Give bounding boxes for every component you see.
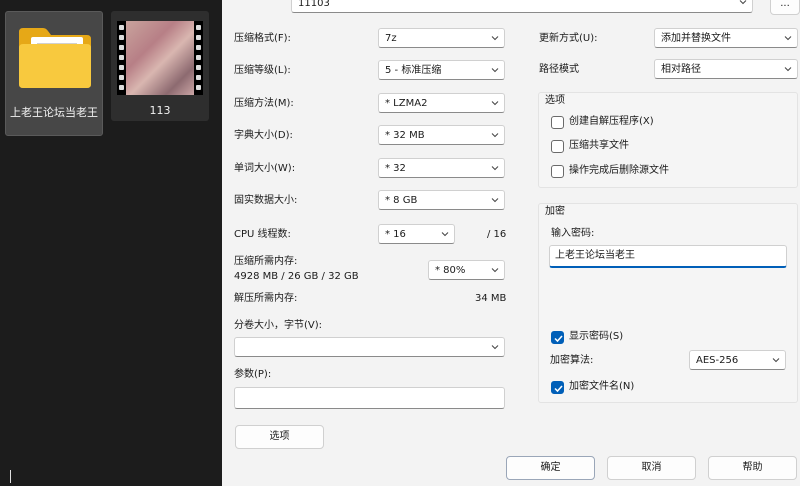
- encryption-group: 加密 输入密码: 上老王论坛当老王 显示密码(S) 加密算法: AES-256 …: [538, 203, 798, 403]
- level-select[interactable]: 5 - 标准压缩: [378, 60, 505, 80]
- level-value: 5 - 标准压缩: [385, 65, 442, 76]
- show-password-label: 显示密码(S): [569, 331, 624, 342]
- format-select[interactable]: 7z: [378, 28, 505, 48]
- mem-compress-label: 压缩所需内存:: [234, 256, 298, 267]
- options-button[interactable]: 选项: [235, 425, 324, 449]
- chevron-down-icon: [784, 36, 792, 41]
- folder-item[interactable]: 上老王论坛当老王: [5, 11, 103, 136]
- chevron-down-icon: [784, 67, 792, 72]
- update-mode-value: 添加并替换文件: [661, 33, 731, 44]
- encryption-method-select[interactable]: AES-256: [689, 350, 786, 370]
- format-value: 7z: [385, 33, 397, 44]
- mem-decompress-label: 解压所需内存:: [234, 293, 298, 304]
- password-input[interactable]: 上老王论坛当老王: [549, 245, 787, 268]
- archive-name-combo[interactable]: 11103: [291, 0, 753, 13]
- password-label: 输入密码:: [551, 228, 595, 239]
- help-button[interactable]: 帮助: [708, 456, 797, 480]
- method-select[interactable]: * LZMA2: [378, 93, 505, 113]
- threads-select[interactable]: * 16: [378, 224, 455, 244]
- word-size-label: 单词大小(W):: [234, 163, 296, 174]
- format-label: 压缩格式(F):: [234, 33, 291, 44]
- path-mode-label: 路径模式: [539, 64, 579, 75]
- encryption-group-title: 加密: [545, 206, 565, 217]
- mem-compress-detail: 4928 MB / 26 GB / 32 GB: [234, 271, 359, 282]
- split-label: 分卷大小，字节(V):: [234, 320, 323, 331]
- method-value: * LZMA2: [385, 98, 428, 109]
- shared-files-label: 压缩共享文件: [569, 140, 629, 151]
- folder-icon: [19, 28, 91, 88]
- params-input[interactable]: [234, 387, 505, 409]
- chevron-down-icon: [491, 36, 499, 41]
- path-mode-select[interactable]: 相对路径: [654, 59, 798, 79]
- options-group: 选项 创建自解压程序(X) 压缩共享文件 操作完成后删除源文件: [538, 92, 798, 188]
- shared-files-checkbox[interactable]: [551, 140, 564, 153]
- video-thumbnail: [117, 21, 203, 95]
- chevron-down-icon: [491, 68, 499, 73]
- level-label: 压缩等级(L):: [234, 65, 291, 76]
- encrypt-names-checkbox[interactable]: [551, 381, 564, 394]
- threads-total: / 16: [487, 229, 507, 240]
- folder-name: 上老王论坛当老王: [10, 106, 98, 119]
- mem-usage-value: * 80%: [435, 265, 466, 276]
- solid-block-value: * 8 GB: [385, 195, 418, 206]
- sfx-checkbox[interactable]: [551, 116, 564, 129]
- video-file-name: 113: [149, 104, 171, 117]
- chevron-down-icon: [739, 0, 747, 5]
- params-label: 参数(P):: [234, 369, 272, 380]
- solid-block-label: 固实数据大小:: [234, 195, 298, 206]
- method-label: 压缩方法(M):: [234, 98, 294, 109]
- show-password-checkbox[interactable]: [551, 331, 564, 344]
- mem-usage-select[interactable]: * 80%: [428, 260, 505, 280]
- chevron-down-icon: [491, 166, 499, 171]
- film-strip-left: [117, 21, 126, 95]
- thumbnail-image: [126, 21, 194, 95]
- dict-size-value: * 32 MB: [385, 130, 425, 141]
- options-group-title: 选项: [545, 95, 565, 106]
- update-mode-select[interactable]: 添加并替换文件: [654, 28, 798, 48]
- check-icon: [554, 385, 563, 393]
- mem-decompress-value: 34 MB: [475, 293, 507, 304]
- dict-size-select[interactable]: * 32 MB: [378, 125, 505, 145]
- chevron-down-icon: [491, 268, 499, 273]
- browse-button[interactable]: ...: [770, 0, 800, 15]
- chevron-down-icon: [772, 358, 780, 363]
- film-strip-right: [194, 21, 203, 95]
- check-icon: [554, 335, 563, 343]
- password-value: 上老王论坛当老王: [555, 250, 635, 261]
- delete-after-label: 操作完成后删除源文件: [569, 165, 669, 176]
- video-file-item[interactable]: 113: [111, 11, 209, 121]
- dict-size-label: 字典大小(D):: [234, 130, 293, 141]
- chevron-down-icon: [491, 133, 499, 138]
- delete-after-checkbox[interactable]: [551, 165, 564, 178]
- threads-label: CPU 线程数:: [234, 229, 291, 240]
- update-mode-label: 更新方式(U):: [539, 33, 598, 44]
- cancel-button[interactable]: 取消: [607, 456, 696, 480]
- encrypt-names-label: 加密文件名(N): [569, 381, 635, 392]
- threads-value: * 16: [385, 229, 406, 240]
- encryption-method-value: AES-256: [696, 355, 739, 366]
- chevron-down-icon: [441, 232, 449, 237]
- split-size-combo[interactable]: [234, 337, 505, 357]
- archive-name-value: 11103: [298, 0, 330, 9]
- solid-block-select[interactable]: * 8 GB: [378, 190, 505, 210]
- encryption-method-label: 加密算法:: [550, 355, 594, 366]
- sfx-label: 创建自解压程序(X): [569, 116, 654, 127]
- word-size-value: * 32: [385, 163, 406, 174]
- word-size-select[interactable]: * 32: [378, 158, 505, 178]
- chevron-down-icon: [491, 345, 499, 350]
- add-to-archive-dialog: 11103 ... 压缩格式(F): 7z 压缩等级(L): 5 - 标准压缩 …: [222, 0, 800, 486]
- chevron-down-icon: [491, 198, 499, 203]
- file-explorer-panel: 上老王论坛当老王 113: [0, 0, 222, 486]
- path-mode-value: 相对路径: [661, 64, 701, 75]
- ok-button[interactable]: 确定: [506, 456, 595, 480]
- text-cursor: [10, 470, 11, 483]
- chevron-down-icon: [491, 101, 499, 106]
